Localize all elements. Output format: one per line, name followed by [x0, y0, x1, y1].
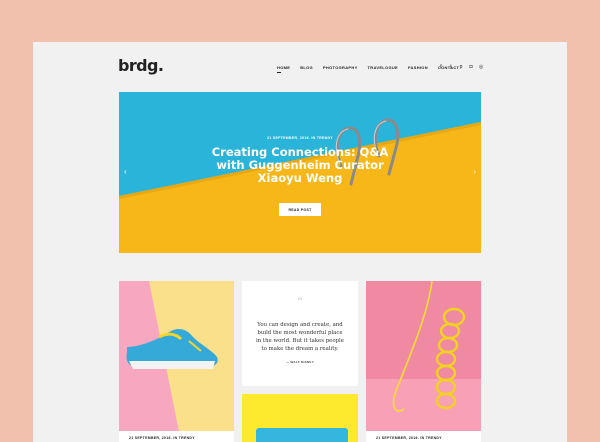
- post-card-meta: 21 SEPTEMBER, 2016. IN TRENDY: [366, 431, 481, 442]
- quote-text: You can design and create, and build the…: [256, 322, 344, 352]
- yellow-image: [242, 394, 358, 442]
- browser-page: brdg. HOME BLOG PHOTOGRAPHY TRAVELOGUE F…: [33, 42, 567, 442]
- twitter-icon[interactable]: t: [446, 64, 456, 70]
- rope-image: [366, 281, 481, 442]
- nav-item-travelogue[interactable]: TRAVELOGUE: [368, 65, 398, 70]
- instagram-icon[interactable]: ◘: [466, 64, 476, 70]
- post-card-meta: 21 SEPTEMBER, 2016. IN TRENDY: [119, 431, 234, 442]
- quote-author: — WALT DISNEY: [285, 360, 314, 364]
- site-logo[interactable]: brdg.: [118, 56, 164, 75]
- hero-post-meta: 21 SEPTEMBER, 2016. IN TRENDY: [267, 136, 333, 140]
- active-underline: [277, 72, 281, 73]
- post-card-rope[interactable]: 21 SEPTEMBER, 2016. IN TRENDY: [366, 281, 481, 442]
- nav-item-fashion[interactable]: FASHION: [408, 65, 428, 70]
- nav-item-label: HOME: [277, 65, 291, 70]
- dribbble-icon[interactable]: ◎: [476, 64, 486, 70]
- quote-mark-icon: “: [296, 295, 304, 309]
- nav-item-photography[interactable]: PHOTOGRAPHY: [323, 65, 358, 70]
- hero-post-title[interactable]: Creating Connections: Q&A with Guggenhei…: [119, 146, 481, 185]
- post-card-date: 21 SEPTEMBER, 2016. IN TRENDY: [376, 436, 442, 440]
- read-post-button[interactable]: READ POST: [279, 203, 321, 216]
- post-card-date: 21 SEPTEMBER, 2016. IN TRENDY: [129, 436, 195, 440]
- nav-item-home[interactable]: HOME: [277, 65, 291, 73]
- post-card-sneaker[interactable]: 21 SEPTEMBER, 2016. IN TRENDY: [119, 281, 234, 442]
- facebook-icon[interactable]: f: [436, 64, 446, 70]
- post-card-yellow[interactable]: [242, 394, 358, 442]
- social-links: f t p ◘ ◎: [436, 64, 486, 70]
- quote-card: “ You can design and create, and build t…: [242, 281, 358, 386]
- hero-slider[interactable]: ‹ › 21 SEPTEMBER, 2016. IN TRENDY Creati…: [119, 92, 481, 253]
- sneaker-image: [119, 281, 234, 442]
- nav-item-blog[interactable]: BLOG: [300, 65, 313, 70]
- pinterest-icon[interactable]: p: [456, 64, 466, 70]
